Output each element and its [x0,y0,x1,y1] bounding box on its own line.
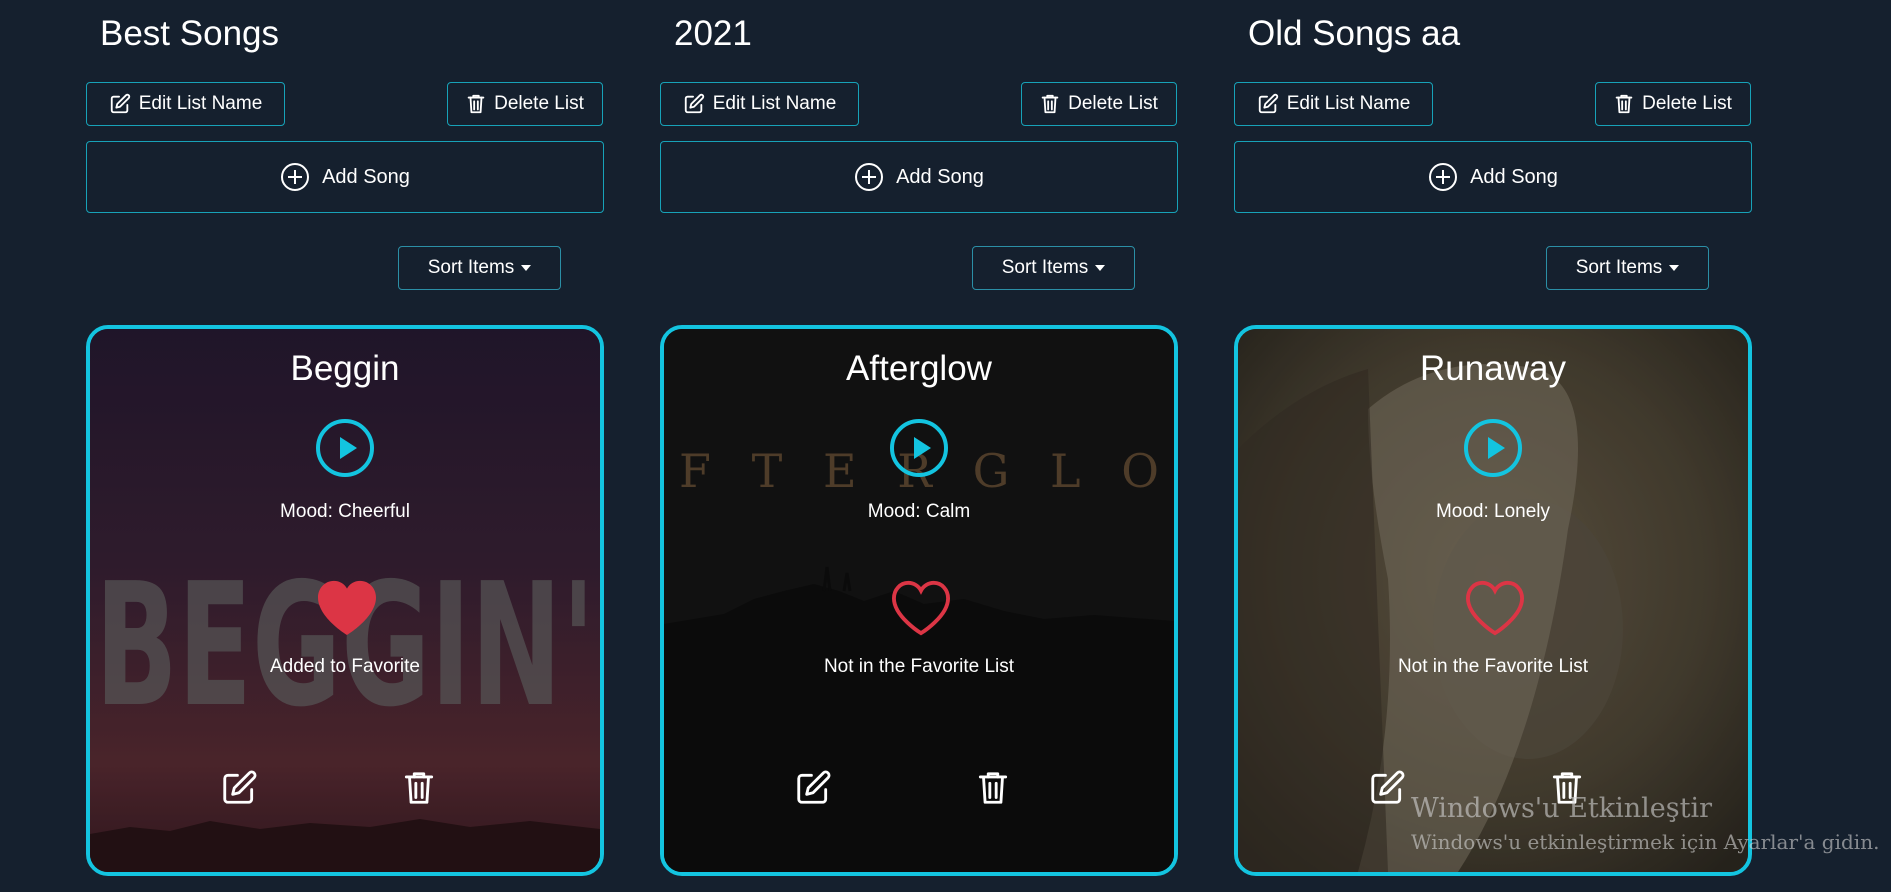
song-mood: Mood: Lonely [1435,501,1551,522]
play-icon [1488,437,1505,459]
delete-list-label: Delete List [1068,93,1158,114]
song-mood: Mood: Cheerful [280,501,410,522]
sort-items-label: Sort Items [1001,257,1089,278]
trash-icon [467,94,485,114]
delete-list-button[interactable]: Delete List [1021,82,1177,126]
play-button[interactable] [1464,419,1522,477]
trash-icon [1041,94,1059,114]
sort-items-label: Sort Items [1575,257,1663,278]
heart-outline-icon[interactable] [1464,579,1526,637]
edit-list-name-button[interactable]: Edit List Name [660,82,859,126]
edit-song-icon[interactable] [220,769,258,807]
list-title: 2021 [674,14,752,53]
caret-down-icon [1669,265,1680,271]
sort-items-dropdown[interactable]: Sort Items [398,246,561,290]
pencil-square-icon [684,93,704,114]
add-song-button[interactable]: Add Song [86,141,604,213]
edit-song-icon[interactable] [1368,769,1406,807]
caret-down-icon [1095,265,1106,271]
watermark-title: Windows'u Etkinleştir [1411,793,1713,824]
play-button[interactable] [890,419,948,477]
heart-outline-icon[interactable] [890,579,952,637]
edit-list-name-label: Edit List Name [712,93,837,114]
sort-items-dropdown[interactable]: Sort Items [1546,246,1709,290]
edit-list-name-button[interactable]: Edit List Name [1234,82,1433,126]
favorite-status: Not in the Favorite List [1397,656,1589,677]
plus-circle-icon [281,163,310,191]
song-mood: Mood: Calm [867,501,971,522]
list-title: Best Songs [100,14,279,53]
song-card-beggin: BEGGIN' Beggin Mood: Cheerful Added to F… [86,325,604,876]
add-song-label: Add Song [896,165,984,188]
edit-list-name-label: Edit List Name [138,93,263,114]
add-song-button[interactable]: Add Song [1234,141,1752,213]
heart-filled-icon[interactable] [316,579,378,637]
delete-song-icon[interactable] [976,769,1010,807]
caret-down-icon [521,265,532,271]
delete-list-button[interactable]: Delete List [447,82,603,126]
list-title: Old Songs aa [1248,14,1461,53]
song-title: Afterglow [846,349,992,388]
edit-list-name-button[interactable]: Edit List Name [86,82,285,126]
play-icon [914,437,931,459]
sort-items-dropdown[interactable]: Sort Items [972,246,1135,290]
delete-list-label: Delete List [494,93,584,114]
plus-circle-icon [1429,163,1458,191]
favorite-status: Not in the Favorite List [823,656,1015,677]
windows-activation-watermark: Windows'u Etkinleştir Windows'u etkinleş… [1411,793,1879,854]
watermark-subtitle: Windows'u etkinleştirmek için Ayarlar'a … [1411,830,1880,854]
pencil-square-icon [1258,93,1278,114]
add-song-label: Add Song [322,165,410,188]
song-card-afterglow: F T E R G L O Afterglow Mood: Calm Not i… [660,325,1178,876]
edit-list-name-label: Edit List Name [1286,93,1411,114]
play-button[interactable] [316,419,374,477]
delete-list-button[interactable]: Delete List [1595,82,1751,126]
add-song-label: Add Song [1470,165,1558,188]
plus-circle-icon [855,163,884,191]
pencil-square-icon [110,93,130,114]
favorite-status: Added to Favorite [270,656,420,677]
delete-song-icon[interactable] [402,769,436,807]
song-title: Runaway [1420,349,1566,388]
song-title: Beggin [290,349,400,388]
delete-list-label: Delete List [1642,93,1732,114]
edit-song-icon[interactable] [794,769,832,807]
add-song-button[interactable]: Add Song [660,141,1178,213]
sort-items-label: Sort Items [427,257,515,278]
play-icon [340,437,357,459]
trash-icon [1615,94,1633,114]
